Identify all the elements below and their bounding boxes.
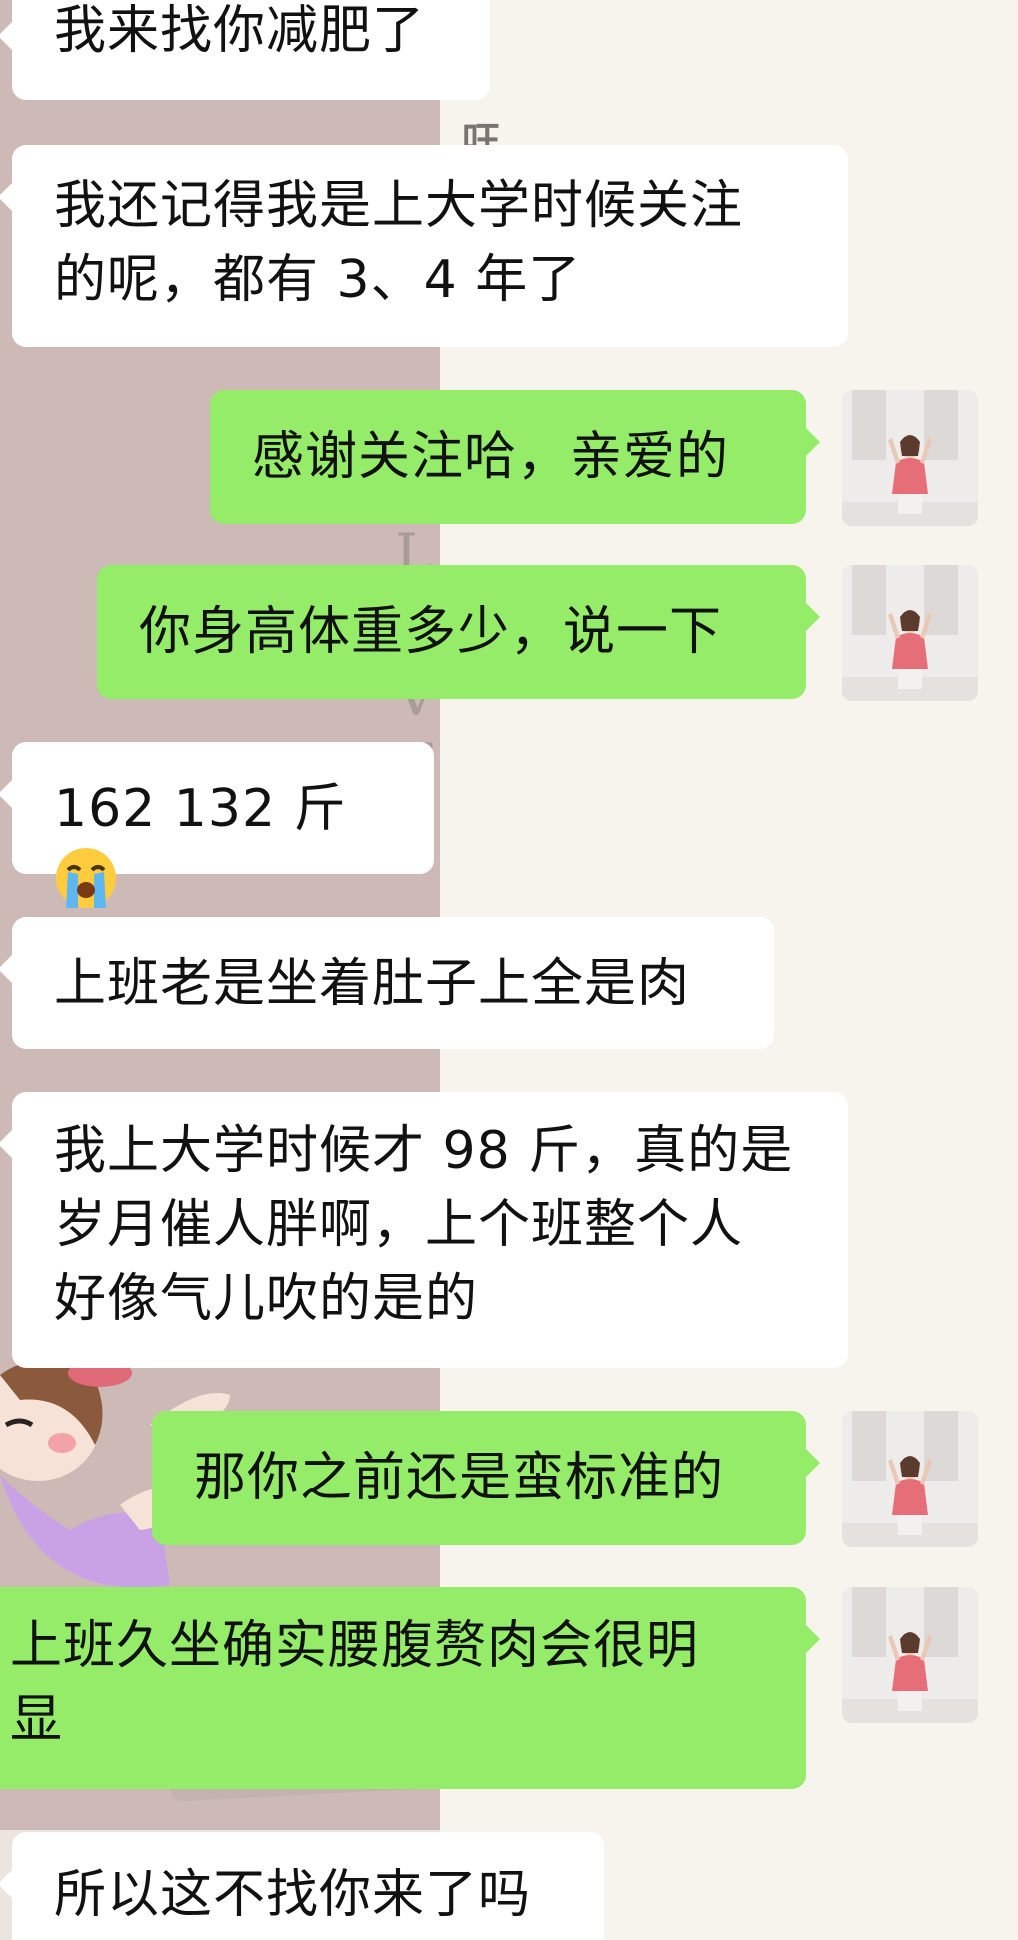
message-text: 我来找你减肥了 xyxy=(54,1,426,61)
outgoing-message-bubble[interactable]: 你身高体重多少，说一下 xyxy=(97,565,820,699)
message-text: 所以这不找你来了吗 xyxy=(54,1865,532,1925)
message-text: 感谢关注哈，亲爱的 xyxy=(252,427,730,487)
message-text-line: 我还记得我是上大学时候关注 xyxy=(54,176,744,236)
message-text-line: 上班久坐确实腰腹赘肉会很明 xyxy=(10,1616,700,1676)
message-text-line: 岁月催人胖啊，上个班整个人 xyxy=(54,1195,744,1255)
message-text-line: 显 xyxy=(10,1690,64,1750)
message-text-line: 我上大学时候才 98 斤，真的是 xyxy=(54,1121,794,1181)
message-text: 上班老是坐着肚子上全是肉 xyxy=(54,954,691,1014)
incoming-message-bubble[interactable]: 上班老是坐着肚子上全是肉 xyxy=(0,917,774,1049)
message-text: 162 132 斤 xyxy=(54,779,347,839)
avatar[interactable] xyxy=(842,1587,978,1723)
avatar[interactable] xyxy=(842,390,978,526)
avatar[interactable] xyxy=(842,1411,978,1547)
incoming-message-bubble[interactable]: 所以这不找你来了吗 xyxy=(0,1832,604,1940)
message-text: 那你之前还是蛮标准的 xyxy=(194,1448,725,1508)
incoming-message-bubble[interactable]: 我来找你减肥了 xyxy=(0,0,490,100)
incoming-message-bubble[interactable]: 我还记得我是上大学时候关注 的呢，都有 3、4 年了 xyxy=(0,145,848,347)
incoming-message-bubble[interactable]: 162 132 斤 xyxy=(0,742,434,908)
message-text-line: 好像气儿吹的是的 xyxy=(54,1269,479,1329)
message-text-line: 的呢，都有 3、4 年了 xyxy=(54,250,582,310)
wallpaper-deco-glyph: 㕵 xyxy=(462,119,501,163)
outgoing-message-bubble[interactable]: 上班久坐确实腰腹赘肉会很明 显 xyxy=(0,1587,820,1789)
loudly-crying-face-icon xyxy=(56,848,116,908)
message-text: 你身高体重多少，说一下 xyxy=(139,602,723,662)
avatar[interactable] xyxy=(842,565,978,701)
outgoing-message-bubble[interactable]: 那你之前还是蛮标准的 xyxy=(152,1411,820,1545)
outgoing-message-bubble[interactable]: 感谢关注哈，亲爱的 xyxy=(210,390,820,524)
incoming-message-bubble[interactable]: 我上大学时候才 98 斤，真的是 岁月催人胖啊，上个班整个人 好像气儿吹的是的 xyxy=(0,1092,848,1368)
